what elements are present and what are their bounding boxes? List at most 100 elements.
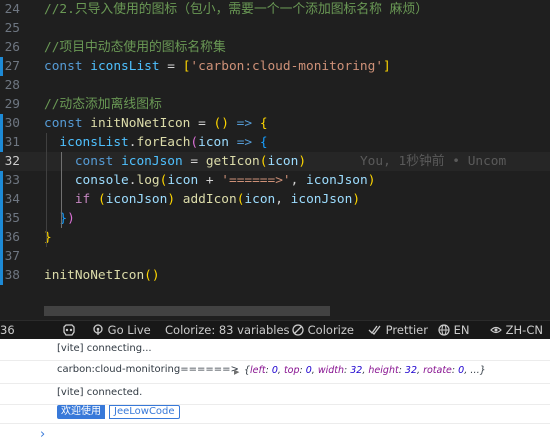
- code-token: ): [367, 173, 376, 188]
- prettier-label: Prettier: [385, 323, 428, 337]
- code-token: icon: [267, 154, 299, 169]
- code-line[interactable]: 29 //动态添加离线图标: [0, 95, 550, 114]
- code-token: iconsList: [59, 135, 129, 150]
- code-line[interactable]: 37: [0, 247, 550, 266]
- colorize-button[interactable]: Colorize: [292, 321, 354, 340]
- code-line[interactable]: 32 const iconJson = getIcon(icon) You, 1…: [0, 152, 550, 171]
- prettier-button[interactable]: Prettier: [368, 321, 428, 340]
- code-text[interactable]: //2.只导入使用的图标（包小，需要一个一个添加图标名称 麻烦）: [44, 0, 428, 19]
- code-token: //2.只导入使用的图标（包小，需要一个一个添加图标名称 麻烦）: [44, 2, 429, 17]
- code-token: ]: [383, 59, 391, 74]
- broadcast-icon: [93, 324, 103, 335]
- double-check-icon: [368, 325, 381, 335]
- line-number: 27: [4, 59, 20, 74]
- code-text[interactable]: initNoNetIcon(): [44, 266, 160, 285]
- code-token: forEach: [136, 135, 191, 150]
- console-prompt-icon[interactable]: ›: [40, 427, 45, 442]
- code-line[interactable]: 33 console.log(icon + '======>', iconJso…: [0, 171, 550, 190]
- code-token: log: [136, 173, 160, 188]
- code-line[interactable]: 35 }): [0, 209, 550, 228]
- colorize-variables-button[interactable]: Colorize: 83 variables: [165, 321, 290, 340]
- brand-badge: JeeLowCode: [109, 405, 180, 419]
- code-token: {: [259, 116, 268, 131]
- code-token: icon: [198, 135, 229, 150]
- console-row: carbon:cloud-monitoring======> ▶ {left: …: [0, 360, 550, 384]
- code-line[interactable]: 26 //项目中动态使用的图标名称集: [0, 38, 550, 57]
- console-object-preview[interactable]: {left: 0, top: 0, width: 32, height: 32,…: [244, 365, 486, 376]
- code-token: initNoNetIcon: [90, 116, 191, 131]
- console-row: [vite] connected.: [0, 383, 550, 405]
- code-text[interactable]: const iconsList = ['carbon:cloud-monitor…: [44, 57, 391, 76]
- code-token: iconJson: [105, 192, 168, 207]
- console-row: [vite] connecting...: [0, 339, 550, 361]
- code-token: =: [182, 154, 206, 169]
- go-live-label: Go Live: [107, 323, 151, 337]
- status-bar: 36 Go Live Colorize: 83 variables Colori…: [0, 320, 550, 340]
- code-token: ): [352, 192, 361, 207]
- code-line[interactable]: 31 iconsList.forEach(icon => {: [0, 133, 550, 152]
- code-token: //动态添加离线图标: [44, 97, 162, 112]
- console-log-text: carbon:cloud-monitoring======>: [57, 364, 239, 375]
- line-number: 37: [4, 249, 20, 264]
- line-number: 29: [4, 97, 20, 112]
- code-text[interactable]: iconsList.forEach(icon => {: [44, 133, 267, 152]
- code-token: const: [44, 116, 91, 131]
- expand-triangle-icon[interactable]: ▶: [234, 368, 239, 376]
- code-token: iconJson: [121, 154, 183, 169]
- code-line[interactable]: 25: [0, 19, 550, 38]
- code-token: ): [167, 192, 176, 207]
- code-token: ): [298, 154, 307, 169]
- language-zh-label: ZH-CN: [505, 323, 543, 337]
- line-number: 38: [4, 268, 20, 283]
- code-token: if: [74, 192, 91, 207]
- code-text[interactable]: if (iconJson) addIcon(icon, iconJson): [44, 190, 360, 209]
- code-token: addIcon: [182, 192, 237, 207]
- line-number: 25: [4, 21, 20, 36]
- code-text[interactable]: console.log(icon + '======>', iconJson): [44, 171, 376, 190]
- line-col-indicator[interactable]: 36: [0, 321, 15, 340]
- code-line[interactable]: 28: [0, 76, 550, 95]
- code-text[interactable]: //动态添加离线图标: [44, 95, 162, 114]
- code-token: =>: [236, 116, 253, 131]
- code-token: (: [97, 192, 106, 207]
- line-number: 28: [4, 78, 20, 93]
- code-text[interactable]: const iconJson = getIcon(icon) You, 1秒钟前…: [44, 152, 506, 171]
- line-number: 26: [4, 40, 20, 55]
- code-line[interactable]: 38 initNoNetIcon(): [0, 266, 550, 285]
- code-line[interactable]: 34 if (iconJson) addIcon(icon, iconJson): [0, 190, 550, 209]
- browser-console: [vite] connecting... carbon:cloud-monito…: [0, 339, 550, 447]
- code-token: ,: [275, 192, 291, 207]
- code-token: 'carbon:cloud-monitoring': [190, 59, 384, 74]
- code-token: const: [44, 59, 91, 74]
- code-line[interactable]: 36}: [0, 228, 550, 247]
- horizontal-scrollbar[interactable]: [44, 306, 330, 316]
- code-token: const: [74, 154, 122, 169]
- colorize-label: Colorize: [307, 323, 354, 337]
- line-number: 36: [4, 230, 20, 245]
- prohibited-icon: [292, 324, 304, 336]
- code-line[interactable]: 30 const initNoNetIcon = () => {: [0, 114, 550, 133]
- code-token: iconJson: [290, 192, 353, 207]
- code-line[interactable]: 27 const iconsList = ['carbon:cloud-monit…: [0, 57, 550, 76]
- code-text[interactable]: const initNoNetIcon = () => {: [44, 114, 268, 133]
- line-number: 35: [4, 211, 20, 226]
- code-text[interactable]: //项目中动态使用的图标名称集: [44, 38, 226, 57]
- language-en-button[interactable]: EN: [438, 321, 470, 340]
- code-token: (: [190, 135, 199, 150]
- line-number: 24: [4, 2, 20, 17]
- go-live-button[interactable]: Go Live: [92, 321, 151, 340]
- language-zh-button[interactable]: ZH-CN: [490, 321, 543, 340]
- accounts-icon[interactable]: [62, 321, 76, 340]
- line-number: 31: [4, 135, 20, 150]
- code-token: iconsList: [90, 59, 160, 74]
- code-editor[interactable]: 24 //2.只导入使用的图标（包小，需要一个一个添加图标名称 麻烦） 25 26 //…: [0, 0, 550, 320]
- code-text[interactable]: }): [44, 209, 74, 228]
- code-line[interactable]: 24 //2.只导入使用的图标（包小，需要一个一个添加图标名称 麻烦）: [0, 0, 550, 19]
